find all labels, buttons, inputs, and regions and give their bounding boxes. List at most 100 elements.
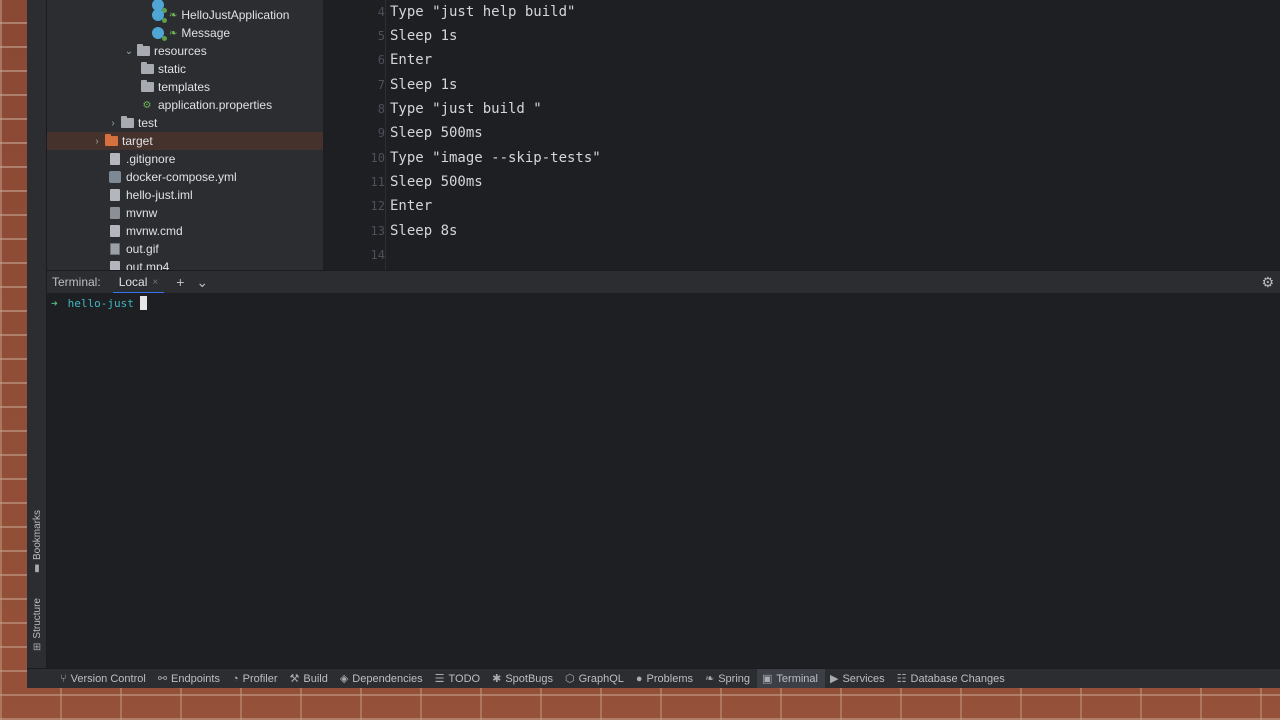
tree-item-resources[interactable]: ⌄ resources	[47, 42, 323, 60]
problems-icon: ●	[635, 672, 643, 685]
code-line: Sleep 1s	[390, 28, 458, 44]
tab-profiler[interactable]: ◔ Profiler	[227, 669, 285, 689]
tab-label: Version Control	[70, 672, 146, 685]
prompt-arrow-icon: ➜	[51, 296, 58, 310]
gutter-divider	[385, 0, 386, 270]
file-icon	[110, 153, 120, 165]
tree-item-mvnw[interactable]: mvnw	[47, 204, 323, 222]
tree-item-mvnw-cmd[interactable]: mvnw.cmd	[47, 222, 323, 240]
prompt-cwd: hello-just	[67, 296, 134, 310]
image-file-icon	[110, 243, 120, 255]
tab-database-changes[interactable]: ☷ Database Changes	[892, 669, 1012, 689]
tree-item-message[interactable]: ❧ Message	[47, 24, 323, 42]
tab-local[interactable]: Local ×	[112, 271, 165, 294]
spring-leaf-icon: ❧	[169, 9, 178, 21]
list-icon: ☰	[434, 673, 445, 685]
branch-icon: ⑂	[60, 672, 67, 685]
tab-label: Services	[842, 672, 885, 685]
structure-icon: ⊞	[32, 641, 42, 653]
tree-item-label: templates	[158, 80, 211, 94]
script-file-icon	[110, 207, 120, 219]
new-tab-button[interactable]: +	[176, 274, 184, 290]
code-editor[interactable]: 4 5 6 7 8 9 10 11 12 13 14 Type "just he…	[323, 0, 1280, 270]
chevron-down-icon[interactable]: ⌄	[123, 46, 135, 57]
tab-build[interactable]: ⚒ Build	[284, 669, 334, 689]
code-line: Sleep 1s	[390, 77, 458, 93]
bug-icon: ✱	[492, 673, 502, 685]
tree-item-out-gif[interactable]: out.gif	[47, 240, 323, 258]
tool-window-bar: ⑂ Version Control ⚯ Endpoints ◔ Profiler…	[27, 668, 1280, 688]
tab-label: Build	[303, 672, 328, 685]
folder-icon	[140, 80, 154, 92]
tab-label: Spring	[718, 672, 751, 685]
tree-item-label: hello-just.iml	[126, 188, 193, 202]
excluded-folder-icon	[104, 134, 118, 146]
tab-spring[interactable]: ❧ Spring	[700, 669, 757, 689]
tree-item-static[interactable]: static	[47, 60, 323, 78]
tab-services[interactable]: ▶ Services	[825, 669, 892, 689]
structure-tool-tab[interactable]: Structure ⊞	[29, 598, 45, 653]
database-icon: ☷	[896, 673, 907, 685]
code-line: Sleep 500ms	[390, 125, 483, 141]
close-icon[interactable]: ×	[152, 277, 158, 288]
tab-terminal[interactable]: ▣ Terminal	[757, 668, 825, 688]
code-line: Enter	[390, 198, 433, 214]
line-number: 9	[377, 126, 385, 140]
bookmarks-tool-tab[interactable]: Bookmarks ▮	[29, 510, 45, 574]
text-cursor	[139, 296, 147, 310]
tree-item-label: Message	[181, 26, 231, 40]
terminal-icon: ▣	[762, 673, 773, 685]
structure-label: Structure	[31, 598, 43, 639]
chevron-right-icon[interactable]: ›	[91, 136, 103, 147]
tab-todo[interactable]: ☰ TODO	[430, 669, 487, 689]
services-icon: ▶	[830, 673, 839, 685]
tree-item-templates[interactable]: templates	[47, 78, 323, 96]
tab-label: Database Changes	[910, 672, 1005, 685]
tree-item-application-properties[interactable]: ⚙ application.properties	[47, 96, 323, 114]
tree-item-out-mp4[interactable]: out.mp4	[47, 258, 323, 270]
tree-item-hello-just-iml[interactable]: hello-just.iml	[47, 186, 323, 204]
bookmarks-label: Bookmarks	[31, 510, 43, 561]
gear-icon[interactable]: ⚙	[1261, 274, 1274, 291]
chevron-right-icon[interactable]: ›	[107, 118, 119, 129]
tab-label: SpotBugs	[505, 672, 554, 685]
tree-item-test[interactable]: › test	[47, 114, 323, 132]
tree-item-label: mvnw	[126, 206, 158, 220]
tab-spotbugs[interactable]: ✱ SpotBugs	[487, 669, 560, 689]
tree-item-docker-compose[interactable]: docker-compose.yml	[47, 168, 323, 186]
spring-leaf-icon: ❧	[169, 27, 178, 39]
tab-graphql[interactable]: ⬡ GraphQL	[560, 669, 631, 689]
terminal-pane[interactable]: ➜ hello-just	[47, 293, 1280, 668]
tab-label: Dependencies	[352, 672, 423, 685]
chevron-down-icon[interactable]: ⌄	[196, 274, 208, 291]
tree-item-label: HelloJustApplication	[181, 8, 290, 22]
file-icon	[110, 225, 120, 237]
resources-folder-icon	[136, 44, 150, 56]
tree-item-hellojustapplication[interactable]: ❧ HelloJustApplication	[47, 6, 323, 24]
graphql-icon: ⬡	[565, 673, 575, 685]
line-number: 12	[370, 199, 385, 213]
tree-item-label: out.gif	[126, 242, 159, 256]
line-number: 6	[377, 53, 385, 67]
folder-icon	[140, 62, 154, 74]
line-number: 5	[377, 29, 385, 43]
line-number: 8	[377, 102, 385, 116]
video-file-icon	[110, 261, 120, 270]
bookmark-icon: ▮	[34, 563, 40, 575]
tab-dependencies[interactable]: ◈ Dependencies	[335, 669, 430, 689]
tab-problems[interactable]: ● Problems	[631, 669, 700, 689]
dependencies-icon: ◈	[339, 673, 349, 685]
folder-icon	[120, 116, 134, 128]
tree-item-gitignore[interactable]: .gitignore	[47, 150, 323, 168]
line-number: 13	[370, 224, 385, 238]
tab-label: GraphQL	[578, 672, 624, 685]
tree-item-label: docker-compose.yml	[126, 170, 237, 184]
spring-icon: ❧	[705, 673, 715, 685]
tree-item-label: application.properties	[158, 98, 273, 112]
tab-endpoints[interactable]: ⚯ Endpoints	[153, 669, 227, 689]
project-tree: ❧ HelloJustApplication ❧ Message ⌄ resou…	[47, 0, 323, 270]
tab-version-control[interactable]: ⑂ Version Control	[55, 669, 153, 689]
code-line: Type "image --skip-tests"	[390, 150, 601, 166]
code-line: Sleep 8s	[390, 223, 458, 239]
tree-item-target[interactable]: › target	[47, 132, 323, 150]
